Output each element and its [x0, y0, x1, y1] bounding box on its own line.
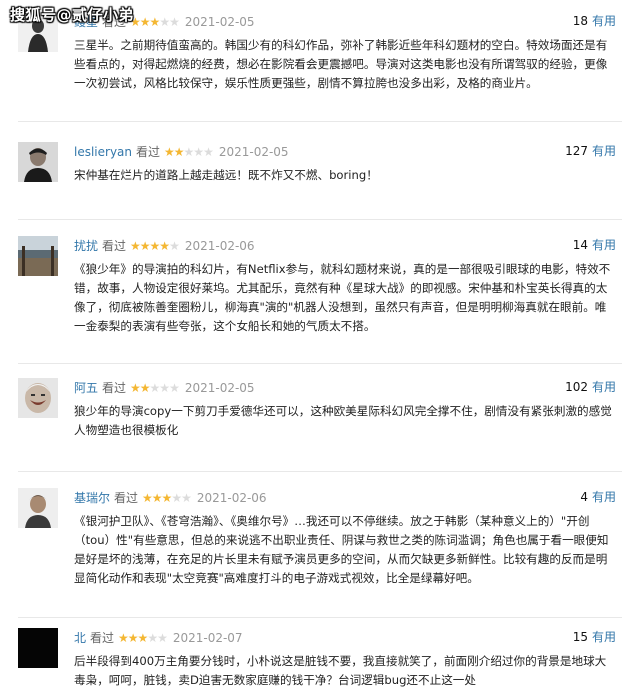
- vote-count: 14: [572, 238, 588, 252]
- rating-stars: ★★★★★: [164, 145, 214, 159]
- username-link[interactable]: 基瑞尔: [74, 491, 110, 505]
- avatar[interactable]: [18, 378, 58, 418]
- rating-stars: ★★★★★: [130, 381, 180, 395]
- useful-button[interactable]: 有用: [592, 380, 616, 394]
- useful-button[interactable]: 有用: [592, 630, 616, 644]
- avatar[interactable]: [18, 488, 58, 528]
- review-date: 2021-02-05: [218, 145, 289, 159]
- useful-button[interactable]: 有用: [592, 14, 616, 28]
- watched-label: 看过: [102, 381, 127, 395]
- rating-stars: ★★★★★: [142, 491, 192, 505]
- review-date: 2021-02-05: [184, 381, 255, 395]
- avatar[interactable]: [18, 628, 58, 668]
- watched-label: 看过: [114, 491, 139, 505]
- username-link[interactable]: leslieryan: [74, 145, 132, 159]
- rating-stars: ★★★★★: [130, 15, 180, 29]
- useful-button[interactable]: 有用: [592, 238, 616, 252]
- review-date: 2021-02-05: [184, 15, 255, 29]
- review-header: leslieryan 看过 ★★★★★ 2021-02-05: [74, 143, 622, 161]
- review-text: 《狼少年》的导演拍的科幻片，有Netflix参与，就科幻题材来说，真的是一部很吸…: [74, 262, 611, 333]
- rating-stars: ★★★★★: [118, 631, 168, 645]
- review-header: 基瑞尔 看过 ★★★★★ 2021-02-06: [74, 489, 622, 507]
- username-link[interactable]: 北: [74, 631, 86, 645]
- watermark-text: 搜狐号@贰仔小弟: [10, 6, 135, 24]
- watched-label: 看过: [90, 631, 115, 645]
- review-item: 鳗星 看过 ★★★★★ 2021-02-05 18 有用 三星半。之前期待值蛮高的。韩国…: [18, 12, 622, 122]
- review-header: 阿五 看过 ★★★★★ 2021-02-05: [74, 379, 622, 397]
- useful-button[interactable]: 有用: [592, 490, 616, 504]
- useful-votes[interactable]: 18 有用: [573, 12, 616, 29]
- review-item: leslieryan 看过 ★★★★★ 2021-02-05 127 有用 宋仲基在烂片…: [18, 142, 622, 220]
- review-item: 扰扰 看过 ★★★★★ 2021-02-06 14 有用 《狼少年》的导演拍的科幻片，有…: [18, 236, 622, 364]
- useful-votes[interactable]: 102 有用: [565, 378, 616, 395]
- watched-label: 看过: [136, 145, 161, 159]
- review-text: 宋仲基在烂片的道路上越走越远！既不炸又不燃、boring！: [74, 168, 378, 182]
- review-date: 2021-02-06: [184, 239, 255, 253]
- review-item: 基瑞尔 看过 ★★★★★ 2021-02-06 4 有用 《银河护卫队》、《苍穹浩瀚》、…: [18, 488, 622, 618]
- useful-votes[interactable]: 4 有用: [580, 488, 616, 505]
- avatar[interactable]: [18, 236, 58, 276]
- review-date: 2021-02-06: [196, 491, 267, 505]
- review-item: 阿五 看过 ★★★★★ 2021-02-05 102 有用 狼少年的导演copy一下剪刀…: [18, 378, 622, 472]
- watched-label: 看过: [102, 239, 127, 253]
- review-date: 2021-02-07: [172, 631, 243, 645]
- review-item: 北看过 ★★★★★ 2021-02-07 15 有用 后半段得到400万主角要分钱时，…: [18, 628, 622, 700]
- rating-stars: ★★★★★: [130, 239, 180, 253]
- useful-votes[interactable]: 14 有用: [573, 236, 616, 253]
- vote-count: 4: [580, 490, 588, 504]
- review-header: 北看过 ★★★★★ 2021-02-07: [74, 629, 622, 647]
- review-header: 扰扰 看过 ★★★★★ 2021-02-06: [74, 237, 622, 255]
- username-link[interactable]: 扰扰: [74, 239, 98, 253]
- vote-count: 127: [565, 144, 588, 158]
- review-text: 后半段得到400万主角要分钱时，小朴说这是脏钱不要，我直接就笑了，前面刚介绍过你…: [74, 654, 607, 687]
- useful-votes[interactable]: 127 有用: [565, 142, 616, 159]
- review-text: 《银河护卫队》、《苍穹浩瀚》、《奥维尔号》…我还可以不停继续。放之于韩影（某种意…: [74, 514, 609, 585]
- review-text: 三星半。之前期待值蛮高的。韩国少有的科幻作品，弥补了韩影近些年科幻题材的空白。特…: [74, 38, 608, 90]
- avatar[interactable]: [18, 142, 58, 182]
- review-header: 鳗星 看过 ★★★★★ 2021-02-05: [74, 13, 622, 31]
- vote-count: 15: [572, 630, 588, 644]
- useful-votes[interactable]: 15 有用: [573, 628, 616, 645]
- username-link[interactable]: 阿五: [74, 381, 98, 395]
- vote-count: 102: [565, 380, 588, 394]
- useful-button[interactable]: 有用: [592, 144, 616, 158]
- review-text: 狼少年的导演copy一下剪刀手爱德华还可以，这种欧美星际科幻风完全撑不住，剧情没…: [74, 404, 612, 437]
- vote-count: 18: [572, 14, 588, 28]
